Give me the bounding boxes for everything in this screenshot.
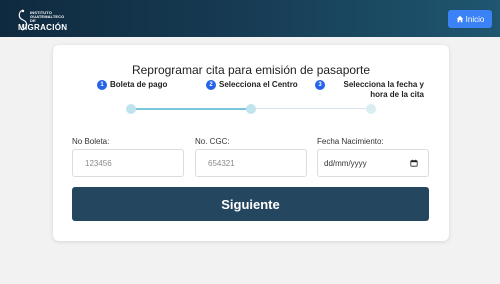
migracion-logo[interactable]: Instituto Guatemalteco de MIGRACIÓN xyxy=(8,4,68,33)
step-2-badge: 2 xyxy=(206,80,216,90)
logo-subtitle: Instituto Guatemalteco de xyxy=(30,10,65,23)
boleta-label: No Boleta: xyxy=(72,137,110,146)
logo-title: MIGRACIÓN xyxy=(18,23,68,32)
progress-dot-3 xyxy=(366,104,376,114)
reschedule-form-card: Reprogramar cita para emisión de pasapor… xyxy=(53,45,449,241)
calendar-icon[interactable] xyxy=(410,159,418,167)
progress-fill xyxy=(131,108,251,110)
next-button[interactable]: Siguiente xyxy=(72,187,429,221)
cgc-label: No. CGC: xyxy=(195,137,230,146)
form-title: Reprogramar cita para emisión de pasapor… xyxy=(131,63,371,77)
step-2: 2 Selecciona el Centro xyxy=(206,80,298,90)
step-3-label: Selecciona la fecha y hora de la cita xyxy=(343,80,425,99)
progress-dot-1 xyxy=(126,104,136,114)
home-icon xyxy=(456,15,463,23)
progress-dot-2 xyxy=(246,104,256,114)
birthdate-label: Fecha Nacimiento: xyxy=(317,137,384,146)
step-1-label: Boleta de pago xyxy=(110,80,168,89)
cgc-input[interactable]: 654321 xyxy=(195,149,307,177)
step-3: 3 Selecciona la fecha y hora de la cita xyxy=(315,80,424,100)
step-2-label: Selecciona el Centro xyxy=(219,80,298,89)
top-navbar: Instituto Guatemalteco de MIGRACIÓN Inic… xyxy=(0,0,500,37)
home-button[interactable]: Inicio xyxy=(448,10,492,28)
birthdate-placeholder: dd/mm/yyyy xyxy=(324,158,367,168)
home-button-label: Inicio xyxy=(465,14,485,24)
birthdate-input[interactable]: dd/mm/yyyy xyxy=(317,149,429,177)
step-1: 1 Boleta de pago xyxy=(97,80,167,90)
boleta-input[interactable]: 123456 xyxy=(72,149,184,177)
step-1-badge: 1 xyxy=(97,80,107,90)
step-3-badge: 3 xyxy=(315,80,325,90)
